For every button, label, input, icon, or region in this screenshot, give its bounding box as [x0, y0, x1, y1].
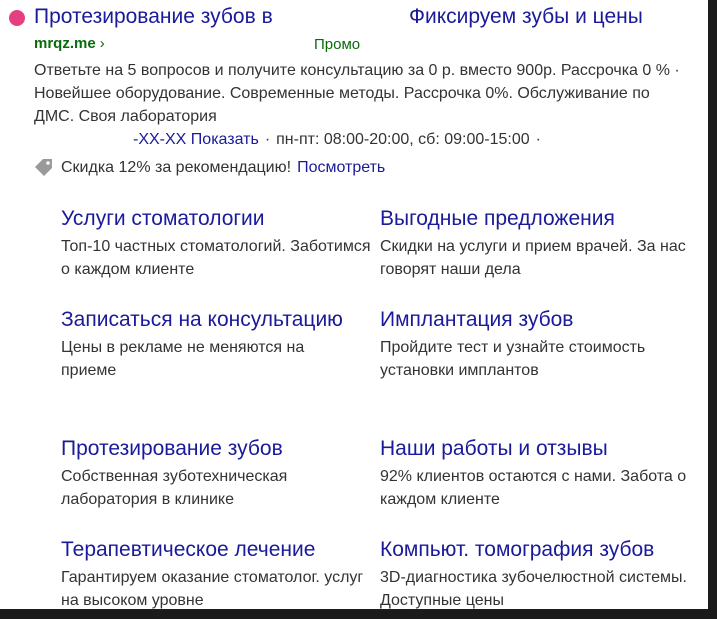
sitelink-title[interactable]: Записаться на консультацию	[61, 305, 351, 335]
sitelink: Записаться на консультацию Цены в реклам…	[61, 305, 351, 382]
sitelink-title[interactable]: Имплантация зубов	[380, 305, 690, 335]
separator-dot: ·	[264, 131, 271, 148]
sitelink-title[interactable]: Наши работы и отзывы	[380, 434, 690, 464]
sitelink-description: 92% клиентов остаются с нами. Забота о к…	[380, 468, 687, 508]
sitelink: Услуги стоматологии Топ-10 частных стома…	[61, 204, 371, 281]
phone-show-link[interactable]: -XX-XX Показать	[133, 131, 259, 148]
sitelink-description: Скидки на услуги и прием врачей. За нас …	[380, 238, 686, 278]
sitelink-description: Топ-10 частных стоматологий. Заботимся о…	[61, 238, 371, 278]
promo-view-link[interactable]: Посмотреть	[297, 159, 385, 177]
chevron-right-icon: ›	[99, 35, 105, 52]
sitelink-title[interactable]: Услуги стоматологии	[61, 204, 371, 234]
sitelink-description: Пройдите тест и узнайте стоимость устано…	[380, 339, 646, 379]
favicon-icon	[9, 10, 25, 26]
ad-host[interactable]: mrqz.me ›	[34, 35, 105, 52]
ad-title-second-link[interactable]: Фиксируем зубы и цены	[409, 5, 643, 29]
separator-dot: ·	[535, 131, 541, 148]
sitelink: Выгодные предложения Скидки на услуги и …	[380, 204, 690, 281]
sitelink-title[interactable]: Компьют. томография зубов	[380, 535, 690, 565]
sitelink-description: Собственная зуботехническая лаборатория …	[61, 468, 288, 508]
host-name[interactable]: mrqz.me	[34, 35, 96, 52]
promo-text: Скидка 12% за рекомендацию!	[61, 159, 292, 176]
ad-title-link[interactable]: Протезирование зубов в	[34, 5, 273, 29]
sitelink: Наши работы и отзывы 92% клиентов остают…	[380, 434, 690, 511]
promo-offer: Скидка 12% за рекомендацию! Посмотреть	[34, 158, 385, 178]
sitelink-title[interactable]: Выгодные предложения	[380, 204, 690, 234]
sitelink-description: Гарантируем оказание стоматолог. услуг н…	[61, 569, 364, 609]
search-ad-card: Протезирование зубов в Фиксируем зубы и …	[0, 0, 708, 609]
promo-label: Промо	[314, 36, 361, 53]
contacts-line: -XX-XX Показать · пн-пт: 08:00-20:00, сб: …	[133, 131, 547, 149]
sitelink: Имплантация зубов Пройдите тест и узнайт…	[380, 305, 690, 382]
sitelink-description: Цены в рекламе не меняются на приеме	[61, 339, 305, 379]
sitelink: Компьют. томография зубов 3D-диагностика…	[380, 535, 690, 609]
sitelink-title[interactable]: Терапевтическое лечение	[61, 535, 371, 565]
sitelink-title[interactable]: Протезирование зубов	[61, 434, 371, 464]
sitelink-description: 3D-диагностика зубочелюстной системы. До…	[380, 569, 687, 609]
working-hours: пн-пт: 08:00-20:00, сб: 09:00-15:00	[276, 131, 530, 148]
ad-description: Ответьте на 5 вопросов и получите консул…	[34, 62, 680, 125]
sitelink: Терапевтическое лечение Гарантируем оказ…	[61, 535, 371, 609]
sitelink: Протезирование зубов Собственная зуботех…	[61, 434, 371, 511]
tag-icon	[35, 159, 52, 176]
